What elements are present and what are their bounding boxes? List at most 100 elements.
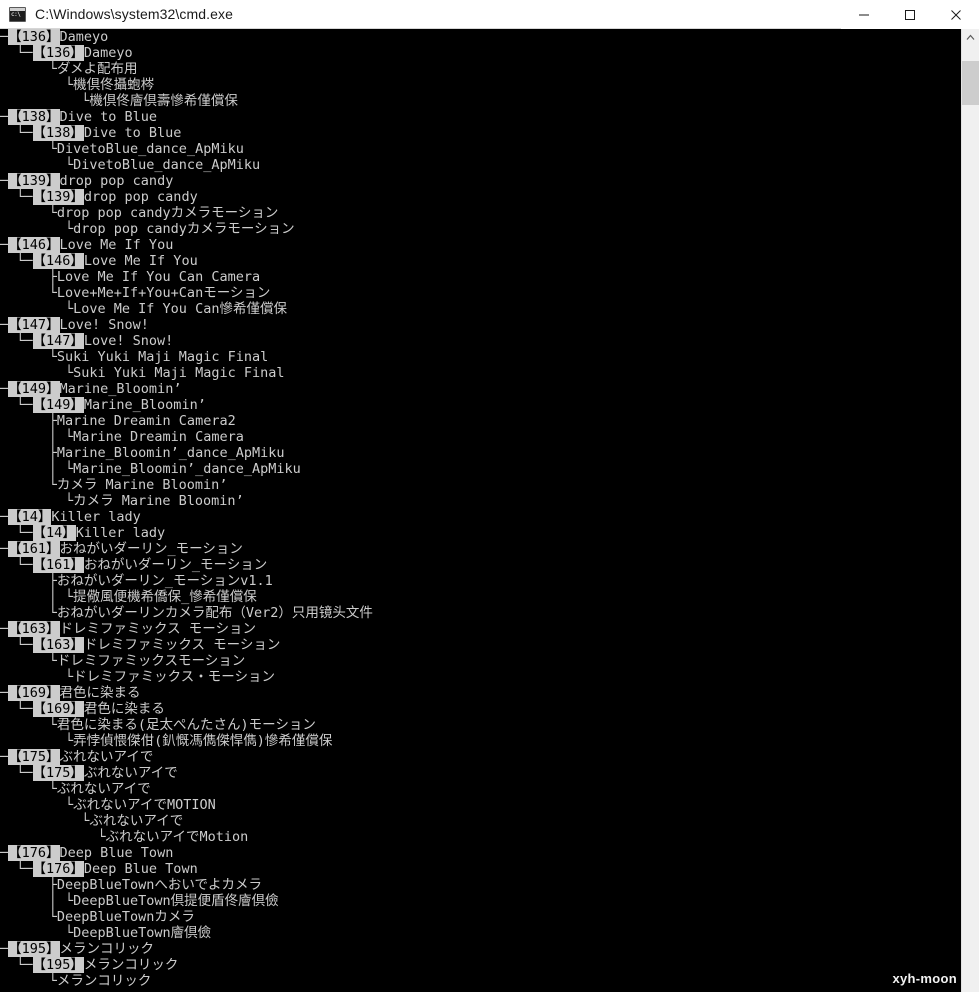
console-line: ─【149】Marine_Bloomin’ — [0, 381, 182, 397]
entry-index-badge: 【161】 — [32, 557, 84, 573]
console-line: └弄悖偵愄傑佄(釟慨馮儁傑悍儁)慘希僅償保 — [0, 733, 333, 749]
console-line: ─【161】おねがいダーリン_モーション — [0, 541, 243, 557]
entry-index-badge: 【136】 — [32, 45, 84, 61]
console-line: ─【139】drop pop candy — [0, 173, 174, 189]
window-controls — [841, 0, 979, 29]
chevron-up-icon — [966, 34, 975, 40]
console-line: └ドレミファミックスモーション — [0, 653, 246, 669]
console-line: ─【146】Love Me If You — [0, 237, 174, 253]
console-line: └─【161】おねがいダーリン_モーション — [0, 557, 268, 573]
console-line: │ └Marine_Bloomin’_dance_ApMiku — [0, 461, 301, 477]
cmd-window: C:\Windows\system32\cmd.exe ─【136】Damey — [0, 0, 979, 992]
console-line: └Love+Me+If+You+Canモーション — [0, 285, 271, 301]
entry-index-badge: 【149】 — [8, 381, 60, 397]
scrollbar-track[interactable] — [962, 46, 979, 992]
console-line: └Suki Yuki Maji Magic Final — [0, 349, 269, 365]
cmd-icon — [9, 6, 26, 22]
console-line: └君色に染まる(足太ぺんたさん)モーション — [0, 717, 316, 733]
entry-index-badge: 【14】 — [32, 525, 76, 541]
console-line: ─【138】Dive to Blue — [0, 109, 158, 125]
entry-index-badge: 【149】 — [32, 397, 84, 413]
entry-index-badge: 【138】 — [8, 109, 60, 125]
entry-index-badge: 【195】 — [8, 941, 60, 957]
console-line: └ぶれないアイでMotion — [0, 829, 249, 845]
console-line: ─【14】Killer lady — [0, 509, 141, 525]
scrollbar-thumb[interactable] — [962, 61, 979, 105]
console-area: ─【136】Dameyo └─【136】Dameyo └ダメよ配布用 └機倶佟攝… — [0, 29, 979, 992]
console-line: └DivetoBlue_dance_ApMiku — [0, 141, 244, 157]
console-line: └drop pop candyカメラモーション — [0, 221, 295, 237]
window-title: C:\Windows\system32\cmd.exe — [35, 6, 233, 22]
entry-index-badge: 【161】 — [8, 541, 60, 557]
entry-index-badge: 【147】 — [32, 333, 84, 349]
console-line: ├Marine Dreamin Camera2 — [0, 413, 236, 429]
console-line: └機倶佟攝蚫梣 — [0, 77, 155, 93]
entry-index-badge: 【139】 — [32, 189, 84, 205]
title-bar[interactable]: C:\Windows\system32\cmd.exe — [0, 0, 979, 29]
console-line: │ └Marine Dreamin Camera — [0, 429, 244, 445]
console-line: └DivetoBlue_dance_ApMiku — [0, 157, 261, 173]
scroll-up-button[interactable] — [962, 29, 979, 46]
console-line: ─【136】Dameyo — [0, 29, 109, 45]
console-line: └カメラ Marine Bloomin’ — [0, 477, 228, 493]
console-line: └─【136】Dameyo — [0, 45, 133, 61]
console-line: └機倶佟廥倶壽慘希僅償保 — [0, 93, 238, 109]
vertical-scrollbar[interactable] — [961, 29, 979, 992]
entry-index-badge: 【14】 — [8, 509, 52, 525]
console-line: └ドレミファミックス・モーション — [0, 669, 275, 685]
entry-index-badge: 【136】 — [8, 29, 60, 45]
entry-index-badge: 【175】 — [32, 765, 84, 781]
close-icon — [951, 9, 961, 20]
console-line: └─【146】Love Me If You — [0, 253, 198, 269]
console-line: └Suki Yuki Maji Magic Final — [0, 365, 285, 381]
entry-index-badge: 【163】 — [32, 637, 84, 653]
console-line: └─【175】ぶれないアイで — [0, 765, 178, 781]
console-line: └DeepBlueTownカメラ — [0, 909, 195, 925]
console-line: └─【176】Deep Blue Town — [0, 861, 198, 877]
console-line: └カメラ Marine Bloomin’ — [0, 493, 244, 509]
console-line: ─【195】メランコリック — [0, 941, 155, 957]
entry-index-badge: 【146】 — [8, 237, 60, 253]
entry-index-badge: 【169】 — [8, 685, 60, 701]
console-line: └DeepBlueTown廥倶儉 — [0, 925, 212, 941]
console-line: └おねがいダーリンカメラ配布（Ver2）只用镜头文件 — [0, 605, 373, 621]
console-line: └Love Me If You Can慘希僅償保 — [0, 301, 287, 317]
console-line: │ └提儆風便機希僑保_慘希僅償保 — [0, 589, 257, 605]
console-line: │ └DeepBlueTown倶提便盾佟廥倶儉 — [0, 893, 279, 909]
entry-index-badge: 【195】 — [32, 957, 84, 973]
console-line: ─【176】Deep Blue Town — [0, 845, 174, 861]
entry-index-badge: 【176】 — [32, 861, 84, 877]
console-line: ─【169】君色に染まる — [0, 685, 141, 701]
console-line: └─【139】drop pop candy — [0, 189, 198, 205]
maximize-button[interactable] — [887, 0, 933, 29]
console-output[interactable]: ─【136】Dameyo └─【136】Dameyo └ダメよ配布用 └機倶佟攝… — [0, 29, 961, 992]
console-line: └drop pop candyカメラモーション — [0, 205, 279, 221]
console-line: ─【163】ドレミファミックス モーション — [0, 621, 256, 637]
console-line: ─【175】ぶれないアイで — [0, 749, 154, 765]
console-line: └ぶれないアイでMOTION — [0, 797, 216, 813]
minimize-button[interactable] — [841, 0, 887, 29]
entry-index-badge: 【175】 — [8, 749, 60, 765]
entry-index-badge: 【146】 — [32, 253, 84, 269]
maximize-icon — [905, 9, 915, 20]
console-line: └メランコリック — [0, 973, 152, 989]
console-line: └─【195】メランコリック — [0, 957, 179, 973]
console-line: ├Love Me If You Can Camera — [0, 269, 261, 285]
entry-index-badge: 【147】 — [8, 317, 60, 333]
console-line: ─【147】Love! Snow! — [0, 317, 149, 333]
console-line: └ダメよ配布用 — [0, 61, 138, 77]
entry-index-badge: 【176】 — [8, 845, 60, 861]
console-line: └─【14】Killer lady — [0, 525, 166, 541]
close-button[interactable] — [933, 0, 979, 29]
console-line: └ぶれないアイで — [0, 813, 184, 829]
console-line: └─【147】Love! Snow! — [0, 333, 174, 349]
console-line: ├おねがいダーリン_モーションv1.1 — [0, 573, 273, 589]
entry-index-badge: 【163】 — [8, 621, 60, 637]
entry-index-badge: 【169】 — [32, 701, 84, 717]
entry-index-badge: 【139】 — [8, 173, 60, 189]
entry-index-badge: 【138】 — [32, 125, 84, 141]
minimize-icon — [859, 14, 869, 15]
console-line: └─【163】ドレミファミックス モーション — [0, 637, 281, 653]
console-line: ├Marine_Bloomin’_dance_ApMiku — [0, 445, 285, 461]
console-line: ├DeepBlueTownへおいでよカメラ — [0, 877, 263, 893]
